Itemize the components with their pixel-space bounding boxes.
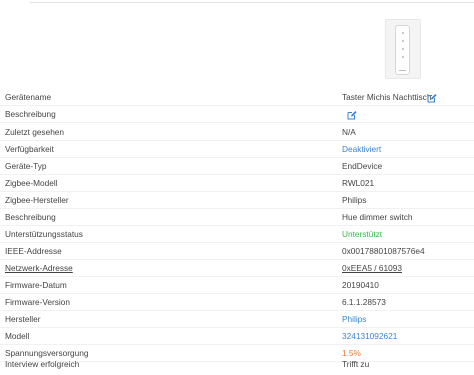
- edit-icon[interactable]: [427, 93, 437, 103]
- value-ieee-address: 0x00178801087576e4: [342, 246, 425, 256]
- row-model-description: Beschreibung Hue dimmer switch: [0, 209, 474, 226]
- label-description: Beschreibung: [5, 109, 56, 119]
- row-device-name: Gerätename Taster Michis Nachttisch: [0, 89, 474, 106]
- label-ieee-address: IEEE-Addresse: [5, 246, 62, 256]
- label-network-address: Netzwerk-Adresse: [5, 263, 73, 273]
- value-firmware-version: 6.1.1.28573: [342, 297, 386, 307]
- label-support-status: Unterstützungsstatus: [5, 229, 83, 239]
- row-zigbee-model: Zigbee-Modell RWL021: [0, 175, 474, 192]
- value-network-address[interactable]: 0xEEA5 / 61093: [342, 262, 402, 274]
- value-last-seen: N/A: [342, 127, 356, 137]
- row-network-address: Netzwerk-Adresse 0xEEA5 / 61093: [0, 260, 474, 277]
- value-model-description: Hue dimmer switch: [342, 212, 413, 222]
- row-ieee-address: IEEE-Addresse 0x00178801087576e4: [0, 243, 474, 260]
- label-device-name: Gerätename: [5, 92, 52, 102]
- row-firmware-date: Firmware-Datum 20190410: [0, 277, 474, 294]
- value-firmware-date: 20190410: [342, 280, 379, 290]
- row-device-type: Geräte-Typ EndDevice: [0, 158, 474, 175]
- label-zigbee-model: Zigbee-Modell: [5, 178, 58, 188]
- value-device-type: EndDevice: [342, 161, 383, 171]
- label-model: Modell: [5, 331, 30, 341]
- edit-icon[interactable]: [347, 110, 357, 120]
- label-device-type: Geräte-Typ: [5, 161, 47, 171]
- value-device-name: Taster Michis Nachttisch: [342, 92, 432, 102]
- value-support-status: Unterstützt: [342, 229, 383, 239]
- label-last-seen: Zuletzt gesehen: [5, 127, 65, 137]
- value-availability-link[interactable]: Deaktiviert: [342, 143, 381, 155]
- label-manufacturer: Hersteller: [5, 314, 41, 324]
- label-interview-completed: Interview erfolgreich: [5, 359, 80, 369]
- label-availability: Verfügbarkeit: [5, 144, 54, 154]
- row-interview-completed: Interview erfolgreich Trifft zu: [0, 356, 474, 373]
- row-support-status: Unterstützungsstatus Unterstützt: [0, 226, 474, 243]
- top-divider: [30, 2, 474, 3]
- value-zigbee-manufacturer: Philips: [342, 195, 367, 205]
- label-firmware-version: Firmware-Version: [5, 297, 71, 307]
- value-zigbee-model: RWL021: [342, 178, 375, 188]
- value-interview-completed: Trifft zu: [342, 359, 370, 369]
- hue-dimmer-switch-image: [395, 25, 410, 75]
- row-firmware-version: Firmware-Version 6.1.1.28573: [0, 294, 474, 311]
- label-model-description: Beschreibung: [5, 212, 56, 222]
- row-last-seen: Zuletzt gesehen N/A: [0, 124, 474, 141]
- row-manufacturer: Hersteller Philips: [0, 311, 474, 328]
- row-description: Beschreibung: [0, 106, 474, 123]
- row-model: Modell 324131092621: [0, 328, 474, 345]
- value-manufacturer-link[interactable]: Philips: [342, 313, 366, 325]
- label-zigbee-manufacturer: Zigbee-Hersteller: [5, 195, 69, 205]
- value-model-link[interactable]: 324131092621: [342, 330, 397, 342]
- row-zigbee-manufacturer: Zigbee-Hersteller Philips: [0, 192, 474, 209]
- row-availability: Verfügbarkeit Deaktiviert: [0, 141, 474, 158]
- label-firmware-date: Firmware-Datum: [5, 280, 67, 290]
